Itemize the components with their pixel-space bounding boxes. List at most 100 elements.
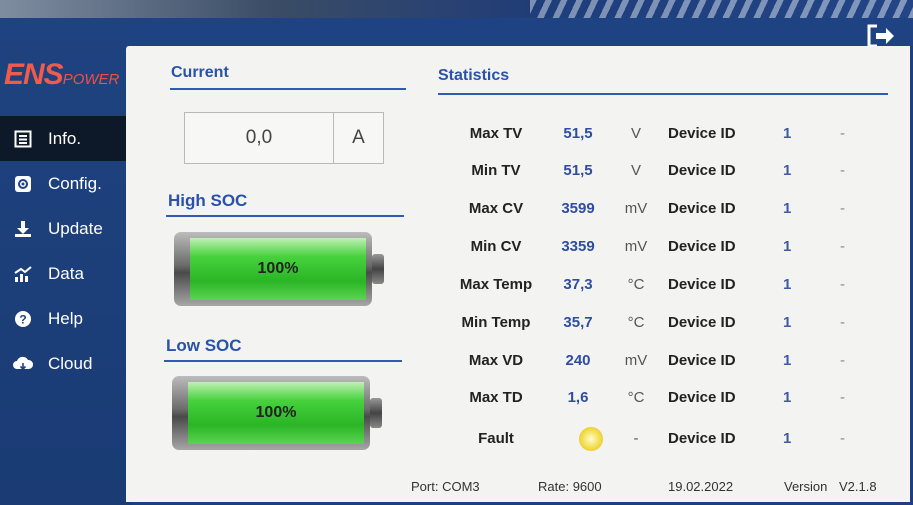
stat-dash: - xyxy=(840,389,845,406)
port-value: COM3 xyxy=(442,479,480,494)
stat-dash: - xyxy=(840,430,845,447)
statistics-divider xyxy=(438,93,888,95)
low-soc-divider xyxy=(164,360,402,362)
device-id-value: 1 xyxy=(783,389,792,406)
rate-value: 9600 xyxy=(572,479,602,494)
current-unit: A xyxy=(352,127,365,148)
device-id-value: 1 xyxy=(783,276,792,293)
current-title: Current xyxy=(171,64,229,81)
stat-dash: - xyxy=(840,276,845,293)
chart-icon xyxy=(12,263,34,285)
list-icon xyxy=(12,128,34,150)
help-icon: ? xyxy=(12,308,34,330)
fault-indicator xyxy=(579,427,603,451)
device-id-value: 1 xyxy=(783,430,792,447)
gear-icon xyxy=(12,173,34,195)
current-divider xyxy=(170,88,406,90)
stat-row-min-temp: Min Temp 35,7 °C Device ID 1 - xyxy=(436,305,896,341)
stat-row-min-tv: Min TV 51,5 V Device ID 1 - xyxy=(436,153,896,189)
high-soc-divider xyxy=(166,215,404,217)
sidebar-item-config[interactable]: Config. xyxy=(0,161,132,206)
header-bar xyxy=(132,18,913,48)
device-id-label: Device ID xyxy=(668,162,736,179)
version-status: Version V2.1.8 xyxy=(784,479,877,494)
current-display: 0,0 A xyxy=(184,112,384,164)
low-soc-percent: 100% xyxy=(255,404,297,421)
rate-label: Rate: xyxy=(538,479,570,494)
stat-unit: mV xyxy=(624,200,648,217)
stat-row-max-tv: Max TV 51,5 V Device ID 1 - xyxy=(436,116,896,152)
stat-dash: - xyxy=(840,238,845,255)
sidebar-item-label: Data xyxy=(48,263,84,283)
current-value: 0,0 xyxy=(185,113,334,163)
device-id-value: 1 xyxy=(783,352,792,369)
sidebar-item-label: Cloud xyxy=(48,353,93,373)
stat-dash: - xyxy=(840,314,845,331)
stat-unit: °C xyxy=(627,276,645,293)
stat-label: Max CV xyxy=(468,200,524,217)
stat-label: Max Temp xyxy=(459,276,533,293)
stat-label: Max TV xyxy=(469,125,523,142)
stat-label: Max VD xyxy=(468,352,524,369)
version-value: V2.1.8 xyxy=(839,479,877,494)
stat-unit: V xyxy=(630,125,641,142)
stat-unit: mV xyxy=(624,238,648,255)
sidebar-item-label: Info. xyxy=(48,128,82,148)
cloud-icon xyxy=(12,353,34,375)
device-id-label: Device ID xyxy=(668,314,736,331)
stat-row-min-cv: Min CV 3359 mV Device ID 1 - xyxy=(436,229,896,265)
date-display: 19.02.2022 xyxy=(668,479,734,494)
device-id-label: Device ID xyxy=(668,200,736,217)
background-pattern xyxy=(530,0,913,18)
device-id-label: Device ID xyxy=(668,352,736,369)
svg-text:?: ? xyxy=(19,312,26,326)
stat-dash: - xyxy=(840,162,845,179)
stat-unit: V xyxy=(630,162,641,179)
high-soc-percent: 100% xyxy=(257,260,299,277)
stat-value: 3599 xyxy=(561,200,595,217)
port-label: Port: xyxy=(411,479,439,494)
sidebar-item-data[interactable]: Data xyxy=(0,251,132,296)
high-soc-title: High SOC xyxy=(168,191,248,210)
window-top-strip xyxy=(0,0,913,18)
device-id-value: 1 xyxy=(783,200,792,217)
sidebar-item-info[interactable]: Info. xyxy=(0,116,132,161)
stat-value: 1,6 xyxy=(567,389,589,406)
stat-label: Max TD xyxy=(469,389,523,406)
sidebar-item-label: Update xyxy=(48,218,103,238)
stat-label: Fault xyxy=(478,430,514,447)
device-id-value: 1 xyxy=(783,125,792,142)
download-icon xyxy=(12,218,34,240)
sidebar-item-label: Help xyxy=(48,308,83,328)
stat-unit: mV xyxy=(624,352,648,369)
low-soc-title: Low SOC xyxy=(166,336,242,355)
sidebar: ENSPOWER Info. Config. Update Data ? Hel… xyxy=(0,18,132,505)
sidebar-item-update[interactable]: Update xyxy=(0,206,132,251)
sidebar-item-cloud[interactable]: Cloud xyxy=(0,341,132,386)
sidebar-item-label: Config. xyxy=(48,173,102,193)
device-id-value: 1 xyxy=(783,314,792,331)
logo-main: ENS xyxy=(4,58,64,91)
stat-label: Min Temp xyxy=(461,314,531,331)
stat-value: 240 xyxy=(565,352,591,369)
low-soc-battery: 100% xyxy=(172,376,384,450)
stat-unit: °C xyxy=(627,314,645,331)
stat-value: 35,7 xyxy=(563,314,593,331)
device-id-label: Device ID xyxy=(668,389,736,406)
sidebar-item-help[interactable]: ? Help xyxy=(0,296,132,341)
device-id-label: Device ID xyxy=(668,125,736,142)
stat-row-max-temp: Max Temp 37,3 °C Device ID 1 - xyxy=(436,267,896,303)
stat-label: Min TV xyxy=(471,162,521,179)
device-id-label: Device ID xyxy=(668,430,736,447)
stat-value: 51,5 xyxy=(563,125,593,142)
stat-row-max-cv: Max CV 3599 mV Device ID 1 - xyxy=(436,191,896,227)
high-soc-battery: 100% xyxy=(174,232,386,306)
stat-dash: - xyxy=(840,352,845,369)
device-id-value: 1 xyxy=(783,238,792,255)
stat-unit: °C xyxy=(627,389,645,406)
stat-value: 37,3 xyxy=(563,276,593,293)
main-panel: Current 0,0 A High SOC 100% Low SOC 100%… xyxy=(126,46,910,502)
device-id-label: Device ID xyxy=(668,238,736,255)
stat-row-max-td: Max TD 1,6 °C Device ID 1 - xyxy=(436,380,896,416)
battery-terminal xyxy=(372,254,384,284)
